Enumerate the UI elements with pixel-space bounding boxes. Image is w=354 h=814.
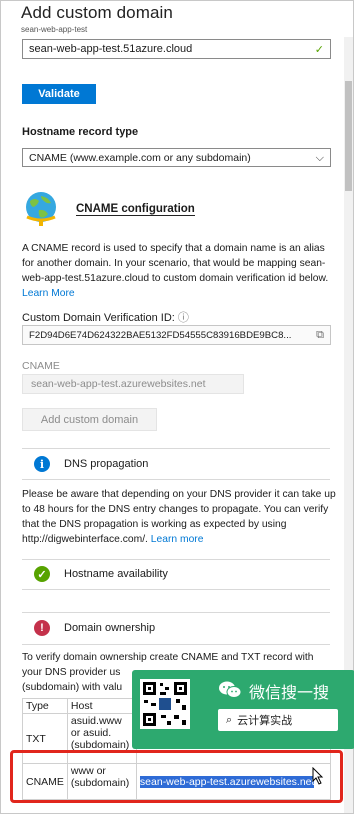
verification-id-value: F2D94D6E74D624322BAE5132FD54555C83916BDE… (29, 329, 292, 341)
scrollbar-thumb[interactable] (345, 81, 352, 191)
search-icon: ⌕ (226, 713, 233, 726)
qr-code-icon (140, 679, 190, 729)
verification-id-field[interactable]: F2D94D6E74D624322BAE5132FD54555C83916BDE… (22, 325, 331, 345)
learn-more-link[interactable]: Learn More (22, 288, 75, 299)
hostname-record-type-select[interactable]: CNAME (www.example.com or any subdomain)… (22, 148, 331, 167)
header-host: Host (66, 698, 137, 714)
error-icon: ! (34, 620, 50, 636)
blade-subtitle: sean-web-app-test (21, 25, 88, 34)
verification-id-label-text: Custom Domain Verification ID: (22, 312, 175, 324)
cname-description-text: A CNAME record is used to specify that a… (22, 243, 329, 284)
add-custom-domain-blade: Add custom domain sean-web-app-test sean… (0, 0, 354, 814)
info-icon: ⓘ (177, 312, 189, 324)
dns-propagation-text: Please be aware that depending on your D… (22, 487, 337, 547)
wechat-search-label: 微信搜一搜 (249, 683, 330, 702)
custom-domain-input[interactable]: sean-web-app-test.51azure.cloud ✓ (22, 39, 331, 59)
section-divider (22, 589, 330, 590)
wechat-logo-icon (219, 681, 242, 698)
cname-description: A CNAME record is used to specify that a… (22, 241, 337, 301)
copy-icon[interactable]: ⧉ (316, 329, 324, 342)
section-divider (22, 644, 330, 645)
add-custom-domain-button[interactable]: Add custom domain (22, 408, 157, 431)
section-divider (22, 612, 330, 613)
cname-value-field: sean-web-app-test.azurewebsites.net (22, 374, 244, 394)
section-divider (22, 479, 330, 480)
verification-id-label: Custom Domain Verification ID: ⓘ (22, 309, 189, 325)
header-type: Type (22, 698, 68, 714)
annotation-highlight-box (10, 750, 343, 803)
dns-propagation-title: DNS propagation (64, 458, 149, 470)
section-divider (22, 559, 330, 560)
dns-learn-more-link[interactable]: Learn more (151, 534, 204, 545)
section-divider (22, 448, 330, 449)
cname-label: CNAME (22, 360, 60, 372)
domain-ownership-title: Domain ownership (64, 622, 156, 634)
blade-title: Add custom domain (21, 3, 173, 22)
wechat-overlay: 微信搜一搜 ⌕ 云计算实战 (132, 670, 354, 749)
chevron-down-icon: ⌵ (315, 152, 324, 164)
info-circle-icon: i (34, 456, 50, 472)
hostname-availability-title: Hostname availability (64, 568, 168, 580)
cname-configuration-heading: CNAME configuration (76, 203, 195, 216)
custom-domain-value: sean-web-app-test.51azure.cloud (29, 43, 193, 55)
ownership-line-1: To verify domain ownership create CNAME … (22, 652, 314, 663)
globe-icon (26, 192, 56, 226)
validate-button[interactable]: Validate (22, 84, 96, 104)
success-check-icon: ✓ (34, 566, 50, 582)
hostname-record-type-value: CNAME (www.example.com or any subdomain) (29, 151, 251, 164)
hostname-record-type-label: Hostname record type (22, 126, 139, 138)
check-icon: ✓ (314, 43, 324, 56)
wechat-search-text: 云计算实战 (237, 714, 293, 727)
wechat-search-box[interactable]: ⌕ 云计算实战 (218, 709, 338, 731)
